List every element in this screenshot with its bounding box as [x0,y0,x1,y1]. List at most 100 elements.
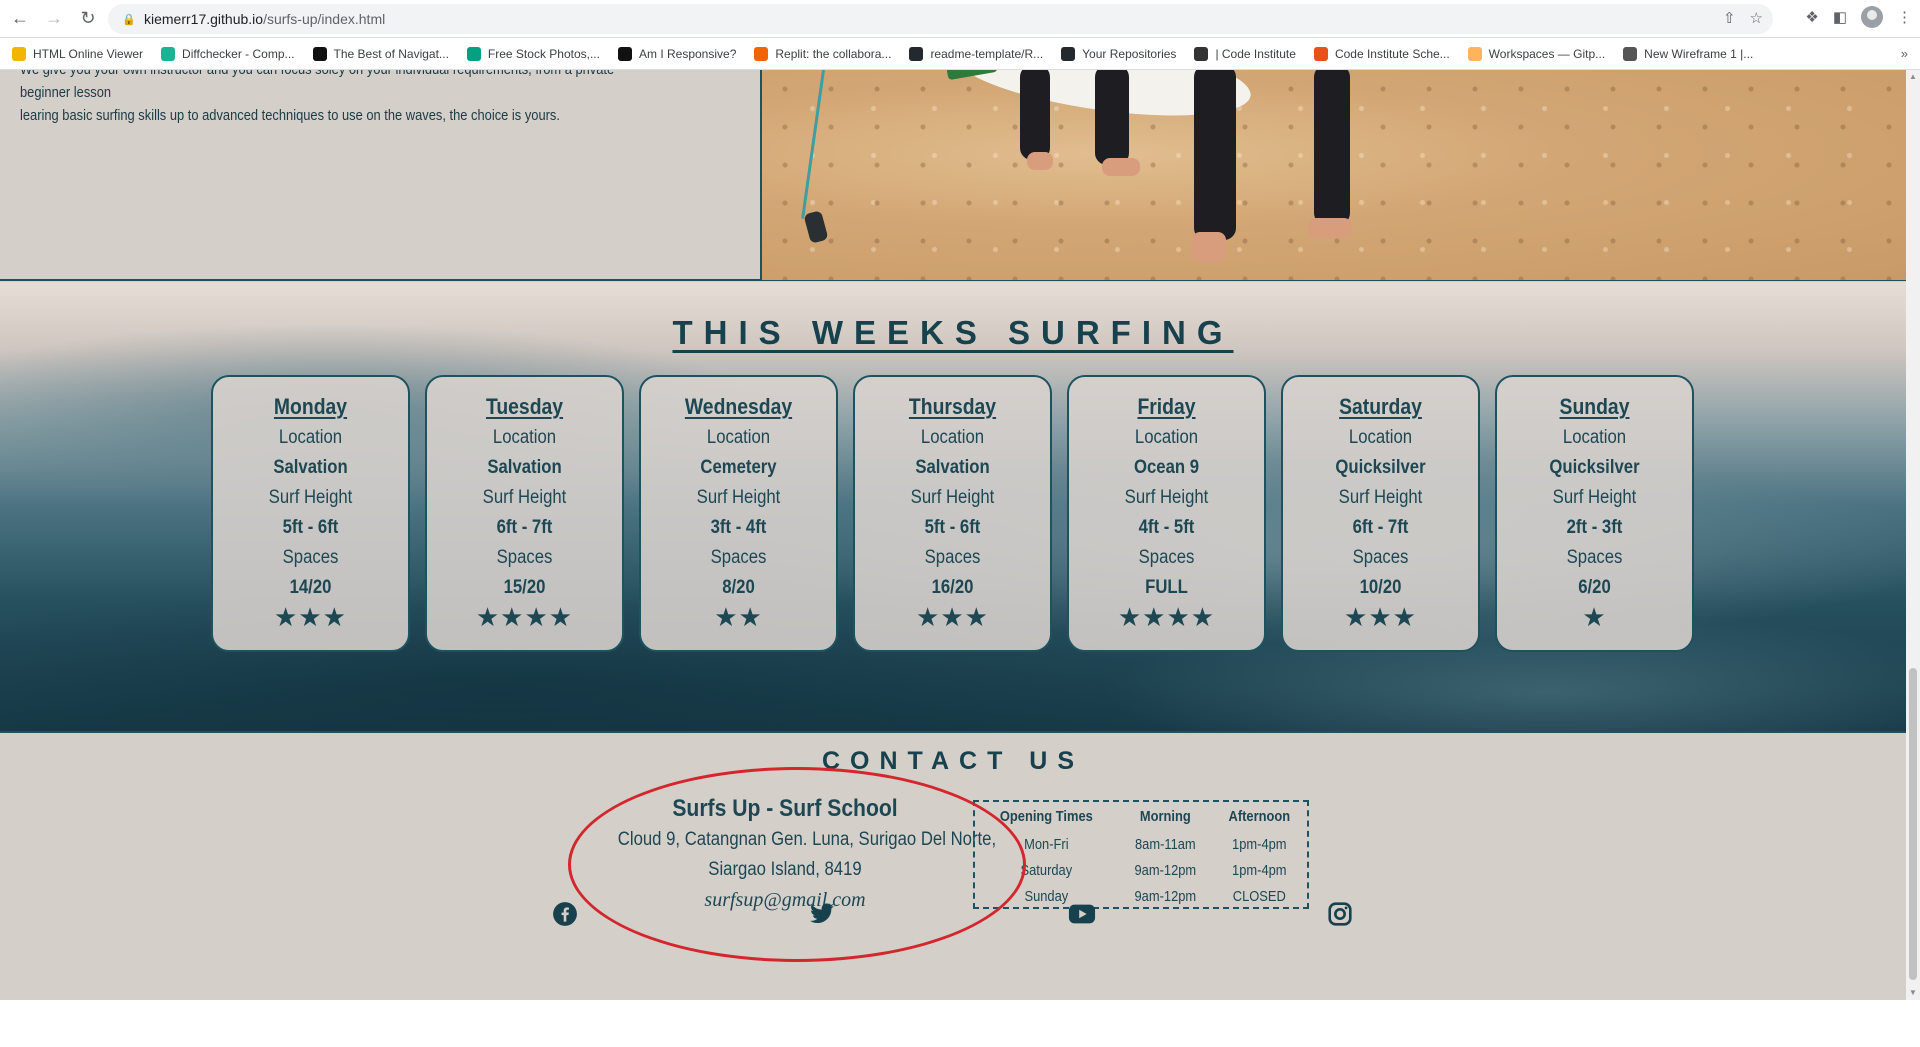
surf-height-value: 2ft - 3ft [1566,517,1623,538]
spaces-value: 16/20 [931,577,974,598]
youtube-icon[interactable] [1068,900,1096,928]
bookmark-item[interactable]: Your Repositories [1061,46,1177,61]
bookmark-item[interactable]: Free Stock Photos,... [466,46,600,61]
about-text-line: We give you your own instructor and you … [20,70,614,101]
spaces-value: FULL [1145,577,1188,598]
location-label: Location [1348,427,1413,448]
bookmark-label: Code Institute Sche... [1334,46,1450,61]
surf-height-value: 3ft - 4ft [710,517,767,538]
opening-times-table: Opening Times Morning Afternoon Mon-Fri 8am… [973,800,1309,909]
bookmark-item[interactable]: readme-template/R... [909,46,1044,61]
about-text-line: learing basic surfing skills up to advan… [20,107,560,124]
bookmark-favicon-icon [12,46,26,61]
bookmark-favicon-icon [1313,46,1328,61]
bookmark-item[interactable]: Replit: the collabora... [754,46,891,61]
star-rating-icon: ★★★ [274,602,347,632]
forward-arrow-icon[interactable]: → [40,5,68,33]
menu-kebab-icon[interactable]: ⋮ [1897,8,1912,26]
scroll-down-arrow-icon[interactable]: ▼ [1909,988,1917,997]
about-section: We give you your own instructor and you … [0,70,1906,281]
hours-cell: 9am-12pm [1134,861,1196,879]
day-card-tuesday: Tuesday Location Salvation Surf Height 6ft -… [425,375,624,652]
location-label: Location [1134,427,1199,448]
bookmark-item[interactable]: Workspaces — Gitp... [1467,46,1605,61]
address-line: Cloud 9, Catangnan Gen. Luna, Surigao De… [617,829,997,850]
location-label: Location [706,427,771,448]
spaces-label: Spaces [496,547,553,568]
bookmark-item[interactable]: | Code Institute [1194,46,1296,61]
location-value: Ocean 9 [1133,457,1200,478]
day-card-thursday: Thursday Location Salvation Surf Height 5ft … [853,375,1052,652]
bookmark-label: New Wireframe 1 |... [1644,46,1754,61]
day-card-saturday: Saturday Location Quicksilver Surf Height 6f… [1281,375,1480,652]
bookmark-label: Free Stock Photos,... [487,46,600,61]
spaces-label: Spaces [710,547,767,568]
bookmark-label: Your Repositories [1082,46,1177,61]
weekly-surfing-title: THIS WEEKS SURFING [672,314,1234,351]
profile-avatar-icon[interactable] [1861,6,1883,28]
day-card-wednesday: Wednesday Location Cemetery Surf Height 3ft … [639,375,838,652]
contact-address: Surfs Up - Surf School Cloud 9, Catangna… [595,793,997,915]
bookmark-item[interactable]: HTML Online Viewer [12,46,144,61]
surf-height-label: Surf Height [268,487,353,508]
share-icon[interactable]: ⇧ [1723,9,1736,27]
location-value: Quicksilver [1549,457,1640,478]
about-text: We give you your own instructor and you … [20,70,631,127]
page-scrollbar[interactable]: ▲ ▼ [1906,70,1920,1000]
location-label: Location [920,427,985,448]
day-name: Saturday [1339,394,1422,419]
bookmark-item[interactable]: The Best of Navigat... [312,46,449,61]
surf-height-label: Surf Height [482,487,567,508]
bookmark-item[interactable]: Code Institute Sche... [1313,46,1450,61]
bookmark-favicon-icon [909,46,924,61]
hours-cell: 1pm-4pm [1232,835,1287,853]
side-panel-icon[interactable]: ◧ [1833,8,1847,26]
bookmark-star-icon[interactable]: ☆ [1750,9,1763,27]
scroll-up-arrow-icon[interactable]: ▲ [1909,72,1917,81]
day-name: Sunday [1559,394,1630,419]
day-name: Tuesday [485,394,564,419]
social-links [0,900,1906,940]
bookmark-favicon-icon [312,46,327,61]
bookmark-item[interactable]: Am I Responsive? [617,46,736,61]
star-rating-icon: ★★★ [916,602,989,632]
day-card-sunday: Sunday Location Quicksilver Surf Height 2ft … [1495,375,1694,652]
surf-height-label: Surf Height [1124,487,1209,508]
spaces-value: 6/20 [1578,577,1611,598]
address-bar[interactable]: 🔒 kiemerr17.github.io/surfs-up/index.htm… [108,4,1773,34]
spaces-label: Spaces [924,547,981,568]
surf-height-value: 4ft - 5ft [1138,517,1195,538]
contact-title: CONTACT US [821,747,1085,775]
spaces-label: Spaces [1352,547,1409,568]
location-value: Cemetery [700,457,777,478]
spaces-value: 15/20 [503,577,546,598]
bookmarks-more-icon[interactable]: » [1901,46,1908,61]
back-arrow-icon[interactable]: ← [6,5,34,33]
instagram-icon[interactable] [1326,900,1354,928]
location-label: Location [1562,427,1627,448]
bookmark-item[interactable]: Diffchecker - Comp... [161,46,295,61]
hours-header-cell: Opening Times [999,808,1093,825]
hours-header-cell: Morning [1139,808,1191,825]
bookmark-item[interactable]: New Wireframe 1 |... [1623,46,1754,61]
surf-height-value: 5ft - 6ft [924,517,981,538]
star-rating-icon: ★★★★ [1117,602,1216,632]
star-rating-icon: ★★★ [1344,602,1417,632]
facebook-icon[interactable] [551,900,579,928]
extensions-puzzle-icon[interactable]: ❖ [1805,8,1818,26]
spaces-value: 8/20 [722,577,755,598]
surf-height-label: Surf Height [1552,487,1637,508]
spaces-label: Spaces [1138,547,1195,568]
location-label: Location [492,427,557,448]
scroll-thumb[interactable] [1909,668,1917,980]
bookmark-label: HTML Online Viewer [33,46,144,61]
day-name: Friday [1137,394,1196,419]
twitter-icon[interactable] [808,900,836,928]
bookmark-favicon-icon [1194,46,1209,61]
page-viewport: We give you your own instructor and you … [0,70,1906,1000]
reload-icon[interactable]: ↻ [74,5,102,33]
hours-cell: Mon-Fri [1024,835,1069,853]
bookmark-label: readme-template/R... [930,46,1044,61]
browser-toolbar: ← → ↻ 🔒 kiemerr17.github.io/surfs-up/ind… [0,0,1920,38]
surfers-beach-photo [760,70,1906,280]
